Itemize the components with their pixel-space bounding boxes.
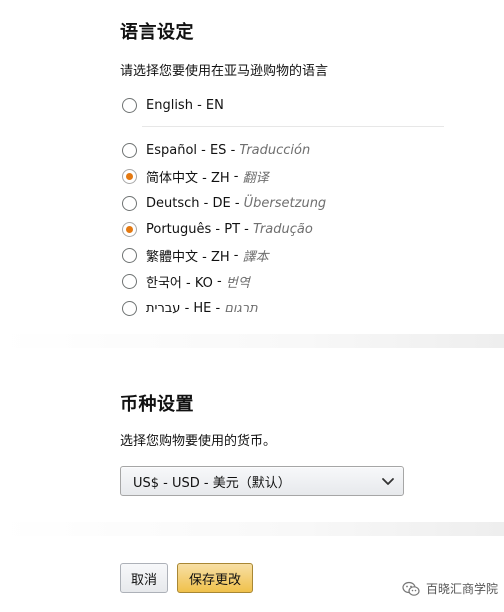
language-translation: 譯本 xyxy=(242,249,269,265)
currency-select[interactable]: US$ - USD - 美元（默认） xyxy=(120,466,404,496)
language-translation: 번역 xyxy=(225,275,250,291)
section-divider xyxy=(0,522,504,536)
language-option-he[interactable]: עברית - HE - תרגום xyxy=(122,297,258,319)
currency-selected-value: US$ - USD - 美元（默认） xyxy=(133,475,291,491)
radio-button[interactable] xyxy=(122,300,137,316)
separator: - xyxy=(212,273,226,289)
language-name: 简体中文 - ZH xyxy=(146,170,230,186)
watermark-text: 百晓汇商学院 xyxy=(425,582,498,596)
language-translation: תרגום xyxy=(224,300,258,316)
language-section-subtitle: 请选择您要使用在亚马逊购物的语言 xyxy=(120,64,329,79)
language-name: 繁體中文 - ZH xyxy=(146,249,230,265)
radio-button[interactable] xyxy=(122,195,137,211)
language-option-es[interactable]: Español - ES - Traducción xyxy=(122,139,310,161)
separator: - xyxy=(229,168,243,184)
language-translation: 翻译 xyxy=(242,170,269,186)
separator: - xyxy=(230,195,244,211)
radio-button[interactable] xyxy=(122,142,137,158)
language-option-pt[interactable]: Português - PT - Tradução xyxy=(122,218,313,240)
radio-button[interactable] xyxy=(122,273,137,289)
separator: - xyxy=(226,142,240,158)
language-option-en[interactable]: English - EN xyxy=(122,94,224,116)
language-name: Português - PT xyxy=(146,221,241,237)
language-option-ko[interactable]: 한국어 - KO - 번역 xyxy=(122,270,250,292)
settings-panel: 语言设定 请选择您要使用在亚马逊购物的语言 English - EN Españ… xyxy=(0,0,504,612)
currency-section-subtitle: 选择您购物要使用的货币。 xyxy=(120,434,277,449)
language-translation: Übersetzung xyxy=(243,195,327,211)
language-translation: Traducción xyxy=(239,142,311,158)
language-section-title: 语言设定 xyxy=(120,22,194,43)
radio-button-selected[interactable] xyxy=(122,168,137,184)
wechat-icon xyxy=(402,581,420,596)
language-name: Español - ES xyxy=(146,142,227,158)
separator: - xyxy=(211,300,225,316)
watermark: 百晓汇商学院 xyxy=(402,580,498,597)
cancel-button[interactable]: 取消 xyxy=(120,563,168,593)
language-name: עברית - HE xyxy=(146,300,212,316)
radio-button[interactable] xyxy=(122,247,137,263)
language-option-zh-hans[interactable]: 简体中文 - ZH - 翻译 xyxy=(122,165,269,187)
section-divider xyxy=(0,334,504,348)
chevron-down-icon xyxy=(382,478,394,485)
currency-section-title: 币种设置 xyxy=(120,394,194,415)
language-name: 한국어 - KO xyxy=(146,275,213,291)
divider xyxy=(142,126,444,127)
separator: - xyxy=(229,247,243,263)
separator: - xyxy=(240,221,253,237)
language-option-de[interactable]: Deutsch - DE - Übersetzung xyxy=(122,192,326,214)
language-translation: Tradução xyxy=(252,221,313,237)
save-changes-button[interactable]: 保存更改 xyxy=(177,563,253,593)
language-name: Deutsch - DE xyxy=(146,195,231,211)
radio-button-highlighted[interactable] xyxy=(122,221,137,237)
language-option-zh-hant[interactable]: 繁體中文 - ZH - 譯本 xyxy=(122,244,269,266)
language-name: English - EN xyxy=(146,97,224,113)
radio-button[interactable] xyxy=(122,97,137,113)
